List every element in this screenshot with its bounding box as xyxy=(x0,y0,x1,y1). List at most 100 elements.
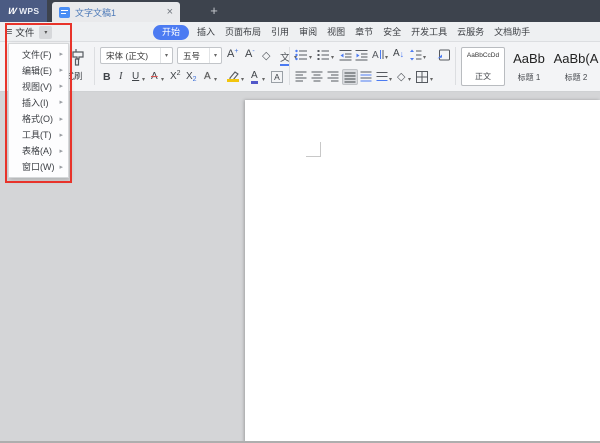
align-right-button[interactable] xyxy=(327,71,339,82)
distribute-button[interactable] xyxy=(360,71,372,82)
bullet-list-button[interactable] xyxy=(295,49,308,61)
align-center-button[interactable] xyxy=(311,71,323,82)
ribbon-tab-cloud[interactable]: 云服务 xyxy=(452,22,489,42)
menu-item-label: 工具(T) xyxy=(22,130,52,141)
numbered-list-button[interactable] xyxy=(317,49,330,61)
menu-item-tools[interactable]: 工具(T) ▸ xyxy=(9,127,68,142)
paragraph-spacing-caret[interactable]: ▾ xyxy=(389,76,392,83)
ribbon-tab-home[interactable]: 开始 xyxy=(153,24,190,40)
shading-button[interactable]: ◇ xyxy=(397,70,405,83)
sort-glyph: A xyxy=(393,48,400,59)
style-preview: AaBb xyxy=(513,51,545,66)
ribbon-tab-references[interactable]: 引用 xyxy=(266,22,294,42)
shrink-font-button[interactable]: A- xyxy=(245,48,255,61)
font-name-select[interactable]: 宋体 (正文) ▾ xyxy=(100,47,173,64)
sort-button[interactable]: A ↓ xyxy=(393,48,404,59)
bullet-list-caret[interactable]: ▾ xyxy=(309,54,312,61)
grow-font-button[interactable]: A + xyxy=(227,47,239,61)
highlight-color-button[interactable] xyxy=(227,71,239,82)
style-card-heading2[interactable]: AaBb(A 标题 2 xyxy=(552,47,600,86)
justify-button[interactable] xyxy=(342,69,358,85)
submenu-arrow-icon: ▸ xyxy=(59,83,63,91)
menu-item-view[interactable]: 视图(V) ▸ xyxy=(9,79,68,94)
menu-item-table[interactable]: 表格(A) ▸ xyxy=(9,143,68,158)
text-direction-caret[interactable]: ▾ xyxy=(385,54,388,61)
tab-close-icon[interactable]: × xyxy=(160,6,180,18)
menu-item-edit[interactable]: 编辑(E) ▸ xyxy=(9,63,68,78)
increase-indent-button[interactable] xyxy=(355,49,368,61)
format-painter-button[interactable] xyxy=(68,47,88,67)
numbered-list-caret[interactable]: ▾ xyxy=(331,54,334,61)
highlight-color-caret[interactable]: ▾ xyxy=(241,76,244,83)
shading-diamond-icon: ◇ xyxy=(397,71,406,83)
line-spacing-caret[interactable]: ▾ xyxy=(423,54,426,61)
text-direction-button[interactable]: A xyxy=(371,48,384,61)
titlebar: W WPS 文字文稿1 × + xyxy=(0,0,600,22)
font-color-button[interactable]: A xyxy=(251,71,258,84)
text-effect-button[interactable]: A xyxy=(204,71,211,82)
underline-button[interactable]: U xyxy=(132,71,139,82)
underline-caret[interactable]: ▾ xyxy=(142,76,145,83)
decrease-indent-button[interactable] xyxy=(339,49,352,61)
style-preview: AaBbCcDd xyxy=(466,52,500,59)
style-label: 标题 1 xyxy=(517,73,541,82)
line-spacing-button[interactable] xyxy=(409,49,422,61)
style-card-normal[interactable]: AaBbCcDd 正文 xyxy=(461,47,505,86)
eraser-icon: ◇ xyxy=(262,50,271,62)
highlight-color-swatch xyxy=(227,79,239,82)
font-color-caret[interactable]: ▾ xyxy=(262,76,265,83)
character-border-glyph: A xyxy=(271,71,283,83)
menu-item-window[interactable]: 窗口(W) ▸ xyxy=(9,159,68,174)
style-card-heading1[interactable]: AaBb 标题 1 xyxy=(508,47,550,86)
menu-item-insert[interactable]: 插入(I) ▸ xyxy=(9,95,68,110)
document-canvas xyxy=(0,92,600,443)
ribbon-tab-insert[interactable]: 插入 xyxy=(192,22,220,42)
paragraph-spacing-button[interactable] xyxy=(376,71,388,82)
character-border-button[interactable]: A xyxy=(271,71,283,83)
paragraph-layout-button[interactable] xyxy=(437,49,450,61)
ribbon-tab-page-layout[interactable]: 页面布局 xyxy=(220,22,266,42)
submenu-arrow-icon: ▸ xyxy=(59,99,63,107)
superscript-glyph: X xyxy=(170,71,177,82)
document-tab-title: 文字文稿1 xyxy=(75,7,117,18)
style-label: 标题 2 xyxy=(564,73,588,82)
ribbon-tab-security[interactable]: 安全 xyxy=(378,22,406,42)
ribbon-tab-section[interactable]: 章节 xyxy=(350,22,378,42)
plus-mark: + xyxy=(234,47,239,55)
italic-button[interactable]: I xyxy=(119,71,123,82)
shrink-font-glyph: A xyxy=(245,48,253,60)
clear-format-button[interactable]: ◇ xyxy=(262,49,270,62)
grow-font-glyph: A xyxy=(227,48,235,60)
borders-caret[interactable]: ▾ xyxy=(430,76,433,83)
borders-button[interactable] xyxy=(416,71,428,83)
new-tab-button[interactable]: + xyxy=(204,1,224,21)
font-size-value: 五号 xyxy=(183,50,201,61)
file-menu-button[interactable]: ≡ 文件 ▾ xyxy=(6,22,53,42)
menu-item-label: 窗口(W) xyxy=(22,162,55,173)
shading-caret[interactable]: ▾ xyxy=(408,76,411,83)
ribbon-tab-doc-assistant[interactable]: 文档助手 xyxy=(489,22,535,42)
wps-logo-text: WPS xyxy=(19,6,40,16)
document-tab[interactable]: 文字文稿1 × xyxy=(52,2,180,22)
bold-button[interactable]: B xyxy=(103,71,111,83)
strikethrough-caret[interactable]: ▾ xyxy=(161,76,164,83)
wps-menu-button[interactable]: W WPS xyxy=(0,0,47,22)
document-page[interactable] xyxy=(245,100,600,443)
menu-item-label: 编辑(E) xyxy=(22,65,52,76)
subscript-button[interactable]: X2 xyxy=(186,71,197,83)
text-effect-caret[interactable]: ▾ xyxy=(214,76,217,83)
submenu-arrow-icon: ▸ xyxy=(59,147,63,155)
strikethrough-button[interactable]: A xyxy=(151,71,158,82)
menu-item-file[interactable]: 文件(F) ▸ xyxy=(9,47,68,62)
submenu-arrow-icon: ▸ xyxy=(59,131,63,139)
superscript-button[interactable]: X2 xyxy=(170,70,181,82)
ribbon-tab-developer[interactable]: 开发工具 xyxy=(406,22,452,42)
subscript-glyph: X xyxy=(186,71,193,82)
menu-item-format[interactable]: 格式(O) ▸ xyxy=(9,111,68,126)
ribbon-tab-view[interactable]: 视图 xyxy=(322,22,350,42)
font-size-select[interactable]: 五号 ▾ xyxy=(177,47,222,64)
file-menu-caret-button[interactable]: ▾ xyxy=(39,25,53,39)
ribbon-tab-review[interactable]: 审阅 xyxy=(294,22,322,42)
document-icon xyxy=(59,6,70,18)
align-left-button[interactable] xyxy=(295,71,307,82)
